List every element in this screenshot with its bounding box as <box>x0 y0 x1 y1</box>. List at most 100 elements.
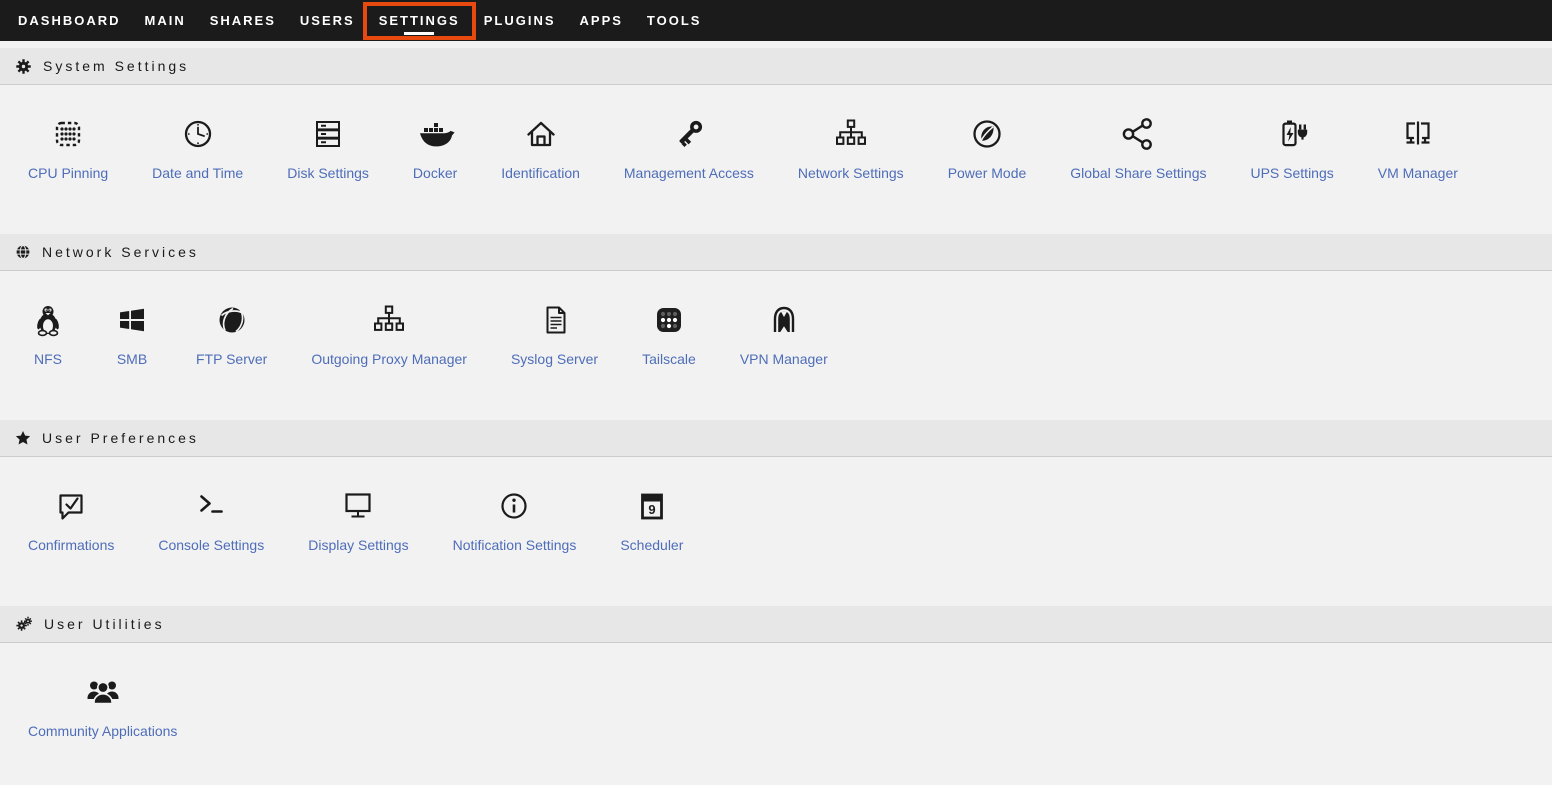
nav-item-apps[interactable]: APPS <box>568 0 635 41</box>
key-icon <box>669 112 709 154</box>
item-label: Confirmations <box>28 537 114 553</box>
item-label: Network Settings <box>798 165 904 181</box>
user-preferences-row: Confirmations Console Settings Display S… <box>0 457 1552 599</box>
comment-check-icon <box>51 484 91 526</box>
item-vpn-manager[interactable]: VPN Manager <box>718 298 850 367</box>
top-nav: DASHBOARD MAIN SHARES USERS SETTINGS PLU… <box>0 0 1552 41</box>
item-syslog-server[interactable]: Syslog Server <box>489 298 620 367</box>
item-label: NFS <box>34 351 62 367</box>
item-label: UPS Settings <box>1250 165 1333 181</box>
tux-icon <box>28 298 68 340</box>
windows-icon <box>112 298 152 340</box>
item-label: Notification Settings <box>453 537 577 553</box>
nav-item-users[interactable]: USERS <box>288 0 367 41</box>
item-label: Tailscale <box>642 351 696 367</box>
item-label: VM Manager <box>1378 165 1458 181</box>
system-settings-row: CPU Pinning Date and Time Disk Settings <box>0 85 1552 227</box>
network-services-row: NFS SMB FT <box>0 271 1552 413</box>
share-nodes-icon <box>1118 112 1158 154</box>
star-icon <box>15 430 31 446</box>
item-network-settings[interactable]: Network Settings <box>776 112 926 181</box>
item-vm-manager[interactable]: VM Manager <box>1356 112 1480 181</box>
docker-whale-icon <box>413 112 457 154</box>
item-display-settings[interactable]: Display Settings <box>286 484 430 553</box>
nav-item-tools[interactable]: TOOLS <box>635 0 714 41</box>
item-label: Disk Settings <box>287 165 369 181</box>
sitemap-icon <box>369 298 409 340</box>
gears-icon <box>15 616 33 632</box>
svg-text:9: 9 <box>648 502 655 517</box>
item-label: Identification <box>501 165 580 181</box>
server-stack-icon <box>308 112 348 154</box>
item-confirmations[interactable]: Confirmations <box>6 484 136 553</box>
item-label: Community Applications <box>28 723 177 739</box>
item-label: VPN Manager <box>740 351 828 367</box>
terminal-icon <box>191 484 231 526</box>
item-label: Scheduler <box>620 537 683 553</box>
item-label: Display Settings <box>308 537 408 553</box>
info-circle-icon <box>494 484 534 526</box>
item-identification[interactable]: Identification <box>479 112 602 181</box>
globe-swirl-icon <box>212 298 252 340</box>
item-label: Management Access <box>624 165 754 181</box>
microchip-icon <box>48 112 88 154</box>
item-label: CPU Pinning <box>28 165 108 181</box>
item-ftp-server[interactable]: FTP Server <box>174 298 289 367</box>
section-title: System Settings <box>43 58 189 74</box>
file-lines-icon <box>535 298 575 340</box>
vm-monitor-icon <box>1398 112 1438 154</box>
item-management-access[interactable]: Management Access <box>602 112 776 181</box>
nav-item-shares[interactable]: SHARES <box>198 0 288 41</box>
item-power-mode[interactable]: Power Mode <box>926 112 1049 181</box>
item-nfs[interactable]: NFS <box>6 298 90 367</box>
item-label: Power Mode <box>948 165 1027 181</box>
section-title: User Preferences <box>42 430 199 446</box>
item-label: Syslog Server <box>511 351 598 367</box>
tailscale-icon <box>649 298 689 340</box>
gear-icon <box>15 58 32 75</box>
calendar-9-icon: 9 <box>632 484 672 526</box>
sitemap-icon <box>831 112 871 154</box>
section-header-system-settings: System Settings <box>0 48 1552 85</box>
globe-icon <box>15 244 31 260</box>
nav-item-main[interactable]: MAIN <box>133 0 198 41</box>
section-title: User Utilities <box>44 616 165 632</box>
item-smb[interactable]: SMB <box>90 298 174 367</box>
item-label: Docker <box>413 165 457 181</box>
item-community-applications[interactable]: Community Applications <box>6 670 199 739</box>
section-header-user-utilities: User Utilities <box>0 606 1552 643</box>
clock-icon <box>178 112 218 154</box>
nav-item-dashboard[interactable]: DASHBOARD <box>6 0 133 41</box>
item-notification-settings[interactable]: Notification Settings <box>431 484 599 553</box>
section-header-network-services: Network Services <box>0 234 1552 271</box>
nav-item-plugins[interactable]: PLUGINS <box>472 0 568 41</box>
item-docker[interactable]: Docker <box>391 112 479 181</box>
nav-item-settings[interactable]: SETTINGS <box>367 0 472 41</box>
item-label: Outgoing Proxy Manager <box>311 351 467 367</box>
item-scheduler[interactable]: 9 Scheduler <box>598 484 705 553</box>
item-date-and-time[interactable]: Date and Time <box>130 112 265 181</box>
item-disk-settings[interactable]: Disk Settings <box>265 112 391 181</box>
home-icon <box>521 112 561 154</box>
item-label: Console Settings <box>158 537 264 553</box>
item-label: Global Share Settings <box>1070 165 1206 181</box>
item-cpu-pinning[interactable]: CPU Pinning <box>6 112 130 181</box>
section-header-user-preferences: User Preferences <box>0 420 1552 457</box>
nav-item-settings-label: SETTINGS <box>379 13 460 28</box>
item-global-share-settings[interactable]: Global Share Settings <box>1048 112 1228 181</box>
users-icon <box>81 670 125 712</box>
battery-plug-icon <box>1272 112 1312 154</box>
monitor-icon <box>338 484 378 526</box>
user-utilities-row: Community Applications <box>0 643 1552 785</box>
leaf-circle-icon <box>967 112 1007 154</box>
active-tab-underline <box>404 32 434 35</box>
item-label: SMB <box>117 351 147 367</box>
item-outgoing-proxy-manager[interactable]: Outgoing Proxy Manager <box>289 298 489 367</box>
item-label: FTP Server <box>196 351 267 367</box>
item-console-settings[interactable]: Console Settings <box>136 484 286 553</box>
item-ups-settings[interactable]: UPS Settings <box>1228 112 1355 181</box>
item-label: Date and Time <box>152 165 243 181</box>
item-tailscale[interactable]: Tailscale <box>620 298 718 367</box>
vpn-hood-icon <box>764 298 804 340</box>
section-title: Network Services <box>42 244 199 260</box>
